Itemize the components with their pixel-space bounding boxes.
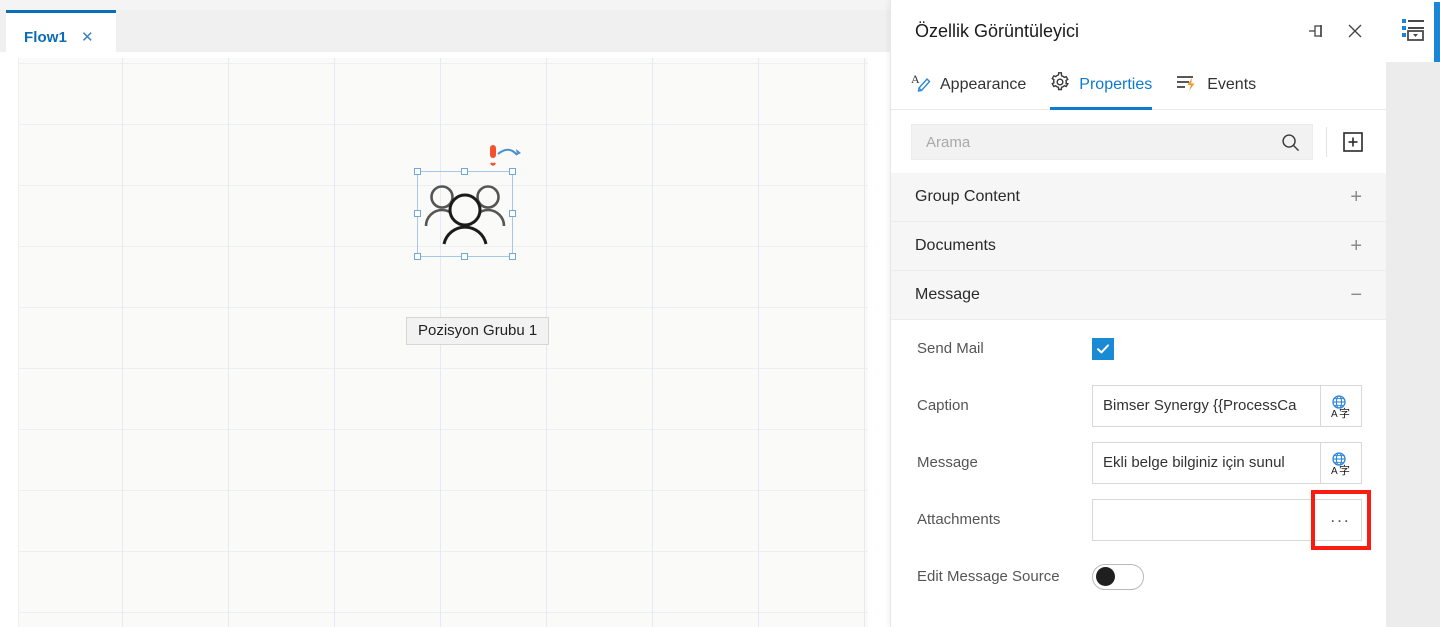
close-icon[interactable]	[1344, 20, 1366, 42]
search-box[interactable]	[911, 124, 1313, 160]
tab-appearance-label: Appearance	[940, 76, 1026, 94]
outline-list-icon[interactable]	[1400, 16, 1426, 47]
section-group-content[interactable]: Group Content +	[891, 173, 1386, 222]
toggle-knob	[1096, 567, 1115, 586]
tab-properties-label: Properties	[1079, 76, 1152, 94]
label-caption: Caption	[917, 397, 1092, 414]
tab-properties[interactable]: Properties	[1050, 72, 1152, 110]
tab-events-label: Events	[1207, 76, 1256, 94]
svg-text:A: A	[911, 72, 920, 86]
search-input[interactable]	[912, 125, 1268, 159]
section-documents-title: Documents	[915, 237, 996, 255]
checkmark-icon	[1096, 342, 1110, 356]
rail-top-section	[1386, 0, 1440, 62]
svg-text:A: A	[1331, 409, 1338, 419]
row-message: Message A 字	[891, 434, 1386, 491]
label-edit-message-source: Edit Message Source	[917, 568, 1092, 585]
search-row	[891, 110, 1386, 173]
user-group-icon	[418, 172, 512, 256]
translate-icon[interactable]: A 字	[1320, 442, 1362, 484]
lightning-list-icon	[1176, 72, 1198, 97]
resize-handle-middle-right[interactable]	[509, 210, 516, 217]
expand-plus-icon[interactable]: +	[1350, 187, 1362, 207]
tab-appearance[interactable]: A Appearance	[911, 72, 1026, 110]
add-box-icon[interactable]	[1340, 129, 1366, 155]
section-message-body: Send Mail Caption	[891, 320, 1386, 605]
close-x-icon[interactable]: ✕	[81, 30, 94, 45]
tab-events[interactable]: Events	[1176, 72, 1256, 110]
row-send-mail: Send Mail	[891, 320, 1386, 377]
attachments-field-group: ...	[1092, 499, 1362, 541]
tab-flow1-label: Flow1	[24, 29, 67, 46]
pin-icon[interactable]	[1306, 20, 1328, 42]
property-viewer-panel: Özellik Görüntüleyici	[890, 0, 1386, 627]
panel-header-actions	[1306, 20, 1366, 42]
flow-node-selection[interactable]	[417, 171, 513, 257]
panel-header: Özellik Görüntüleyici	[891, 0, 1386, 62]
app-root: Flow1 ✕	[0, 0, 1440, 627]
section-message-title: Message	[915, 286, 980, 304]
collapse-minus-icon[interactable]: −	[1350, 285, 1362, 305]
message-input[interactable]	[1092, 442, 1320, 484]
send-mail-checkbox[interactable]	[1092, 338, 1114, 360]
attachments-input[interactable]	[1092, 499, 1320, 541]
resize-handle-top-left[interactable]	[414, 168, 421, 175]
svg-text:字: 字	[1339, 463, 1350, 476]
message-field-group: A 字	[1092, 442, 1362, 484]
resize-handle-top-center[interactable]	[461, 168, 468, 175]
flow-editor: Flow1 ✕	[0, 0, 890, 627]
caption-field-group: A 字	[1092, 385, 1362, 427]
rail-accent-bar	[1434, 2, 1440, 62]
label-message: Message	[917, 454, 1092, 471]
search-icon[interactable]	[1268, 125, 1312, 159]
svg-text:A: A	[1331, 466, 1338, 476]
section-message[interactable]: Message −	[891, 271, 1386, 320]
panel-tabs: A Appearance Properties	[891, 62, 1386, 110]
row-edit-message-source: Edit Message Source	[891, 548, 1386, 605]
caption-input[interactable]	[1092, 385, 1320, 427]
flow-node-label[interactable]: Pozisyon Grubu 1	[406, 317, 549, 345]
resize-handle-bottom-left[interactable]	[414, 253, 421, 260]
flow-canvas[interactable]: Pozisyon Grubu 1	[18, 58, 868, 627]
resize-handle-bottom-center[interactable]	[461, 253, 468, 260]
toolbar-divider	[1326, 127, 1327, 157]
section-documents[interactable]: Documents +	[891, 222, 1386, 271]
resize-handle-bottom-right[interactable]	[509, 253, 516, 260]
section-group-content-title: Group Content	[915, 188, 1020, 206]
resize-handle-middle-left[interactable]	[414, 210, 421, 217]
translate-icon[interactable]: A 字	[1320, 385, 1362, 427]
panel-title: Özellik Görüntüleyici	[915, 21, 1079, 42]
canvas-viewport[interactable]: Pozisyon Grubu 1	[0, 52, 890, 627]
svg-text:字: 字	[1339, 406, 1350, 419]
row-attachments: Attachments ...	[891, 491, 1386, 548]
gear-icon	[1050, 72, 1070, 97]
label-attachments: Attachments	[917, 511, 1092, 528]
rotate-handle-icon[interactable]	[489, 144, 521, 170]
font-pencil-icon: A	[911, 72, 931, 97]
edit-message-source-toggle[interactable]	[1092, 564, 1144, 590]
expand-plus-icon[interactable]: +	[1350, 236, 1362, 256]
right-rail	[1386, 0, 1440, 627]
label-send-mail: Send Mail	[917, 340, 1092, 357]
row-caption: Caption A 字	[891, 377, 1386, 434]
attachments-browse-button[interactable]: ...	[1320, 499, 1362, 541]
